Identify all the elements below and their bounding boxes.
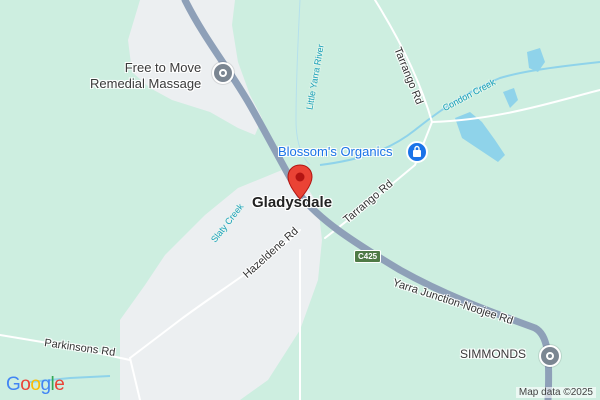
- pond-shape: [503, 88, 518, 108]
- logo-letter: o: [20, 374, 31, 395]
- map-attribution[interactable]: Map data ©2025: [515, 387, 596, 398]
- google-logo: Google: [6, 374, 65, 396]
- blossoms-organics-label[interactable]: Blossom's Organics: [278, 144, 392, 159]
- remedial-label-line1: Free to Move: [124, 60, 202, 75]
- remedial-massage-label[interactable]: Free to Move Remedial Massage: [90, 60, 201, 92]
- shopping-bag-icon[interactable]: [406, 141, 428, 163]
- logo-letter: g: [40, 374, 51, 395]
- route-shield-c425: C425: [354, 250, 382, 263]
- gray-place-icon[interactable]: [212, 62, 234, 84]
- remedial-label-line2: Remedial Massage: [90, 76, 202, 91]
- gray-place-icon[interactable]: [539, 345, 561, 367]
- logo-letter: o: [30, 374, 41, 395]
- logo-letter: e: [54, 374, 65, 395]
- simmonds-label[interactable]: SIMMONDS: [460, 347, 526, 361]
- logo-letter: G: [6, 374, 21, 395]
- map-canvas[interactable]: Little Yarra River Condon Creek Slaty Cr…: [0, 0, 600, 400]
- tarrango-south-line: [324, 121, 433, 239]
- location-pin-icon[interactable]: [286, 164, 314, 200]
